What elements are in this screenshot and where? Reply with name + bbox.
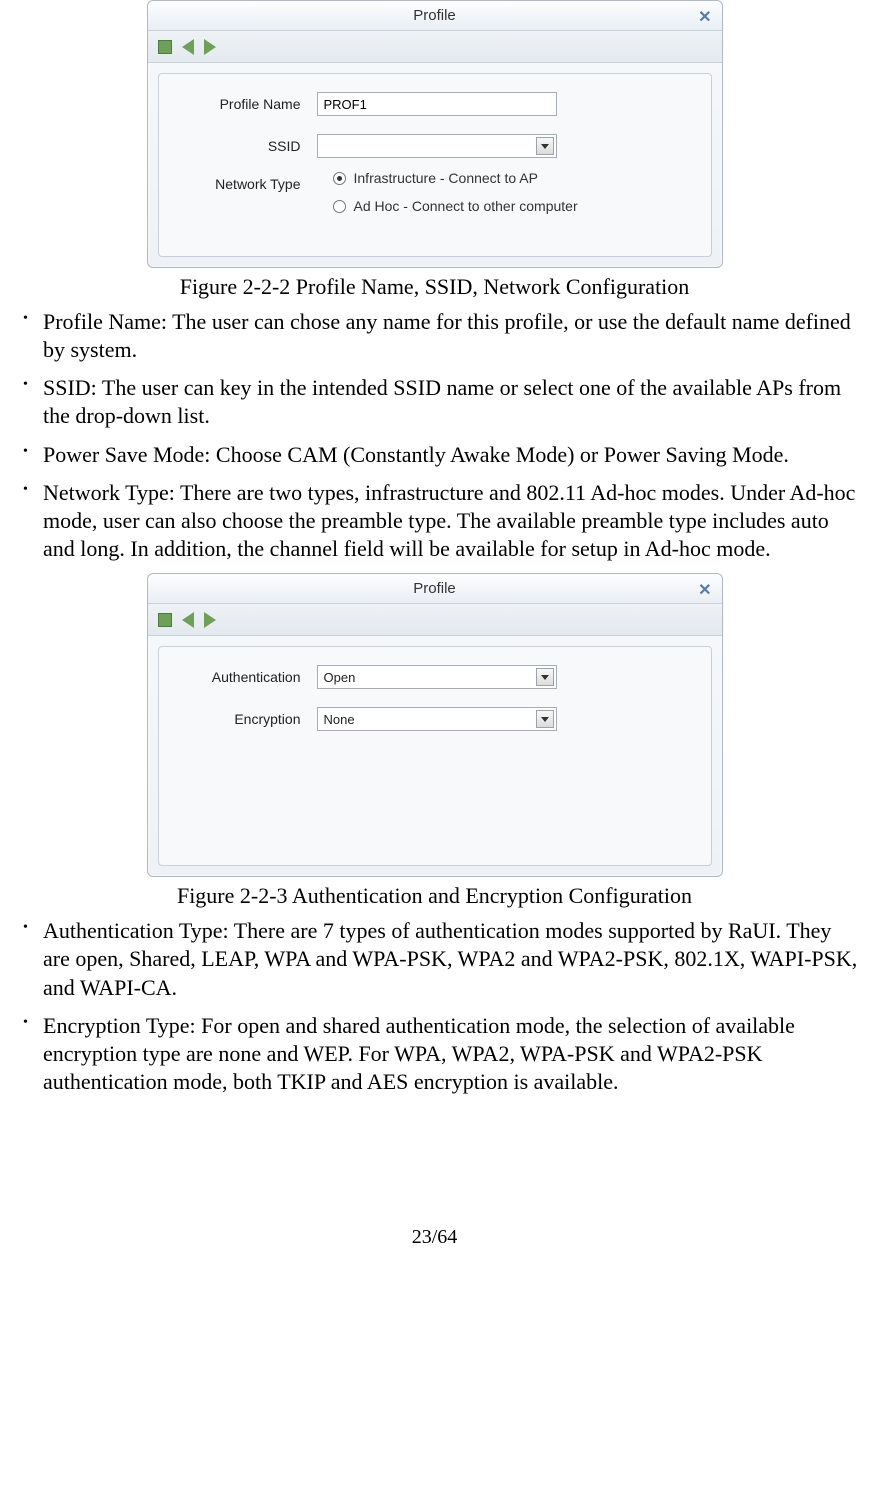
profile-name-label: Profile Name (177, 96, 317, 112)
dialog-toolbar (148, 604, 722, 636)
dialog-body: Authentication Open Encryption None (158, 646, 712, 866)
dropdown-button[interactable] (536, 668, 554, 686)
stop-icon[interactable] (158, 40, 172, 54)
list-item: Profile Name: The user can chose any nam… (19, 308, 858, 364)
chevron-down-icon (541, 717, 549, 722)
dialog-titlebar: Profile ✕ (148, 1, 722, 31)
authentication-value: Open (324, 670, 356, 685)
ssid-label: SSID (177, 138, 317, 154)
forward-arrow-icon[interactable] (204, 612, 216, 628)
list-item: SSID: The user can key in the intended S… (19, 374, 858, 430)
encryption-dropdown[interactable]: None (317, 707, 557, 731)
bullets-list-2: Authentication Type: There are 7 types o… (5, 917, 864, 1096)
close-icon[interactable]: ✕ (698, 7, 711, 27)
dropdown-button[interactable] (536, 137, 554, 155)
list-item: Authentication Type: There are 7 types o… (19, 917, 858, 1001)
dialog-title: Profile (413, 580, 456, 597)
page-number: 23/64 (5, 1226, 864, 1249)
profile-dialog-1: Profile ✕ Profile Name SSID Network Type (147, 0, 723, 268)
radio-adhoc-label: Ad Hoc - Connect to other computer (354, 198, 578, 214)
list-item: Encryption Type: For open and shared aut… (19, 1012, 858, 1096)
dialog-title: Profile (413, 7, 456, 24)
dropdown-button[interactable] (536, 710, 554, 728)
ssid-dropdown[interactable] (317, 134, 557, 158)
stop-icon[interactable] (158, 613, 172, 627)
authentication-label: Authentication (177, 669, 317, 685)
radio-adhoc[interactable] (333, 200, 346, 213)
radio-infrastructure[interactable] (333, 172, 346, 185)
profile-name-input[interactable] (317, 92, 557, 116)
dialog-body: Profile Name SSID Network Type Infrastru… (158, 73, 712, 257)
close-icon[interactable]: ✕ (698, 580, 711, 600)
chevron-down-icon (541, 144, 549, 149)
profile-dialog-2: Profile ✕ Authentication Open Encryption… (147, 573, 723, 877)
radio-infrastructure-label: Infrastructure - Connect to AP (354, 170, 538, 186)
authentication-dropdown[interactable]: Open (317, 665, 557, 689)
back-arrow-icon[interactable] (182, 39, 194, 55)
forward-arrow-icon[interactable] (204, 39, 216, 55)
figure-caption-1: Figure 2-2-2 Profile Name, SSID, Network… (5, 274, 864, 300)
bullets-list-1: Profile Name: The user can chose any nam… (5, 308, 864, 563)
dialog-titlebar: Profile ✕ (148, 574, 722, 604)
network-type-label: Network Type (177, 176, 317, 192)
list-item: Network Type: There are two types, infra… (19, 479, 858, 563)
encryption-value: None (324, 712, 355, 727)
figure-caption-2: Figure 2-2-3 Authentication and Encrypti… (5, 883, 864, 909)
radio-dot-icon (337, 176, 342, 181)
list-item: Power Save Mode: Choose CAM (Constantly … (19, 441, 858, 469)
encryption-label: Encryption (177, 711, 317, 727)
chevron-down-icon (541, 675, 549, 680)
dialog-toolbar (148, 31, 722, 63)
back-arrow-icon[interactable] (182, 612, 194, 628)
